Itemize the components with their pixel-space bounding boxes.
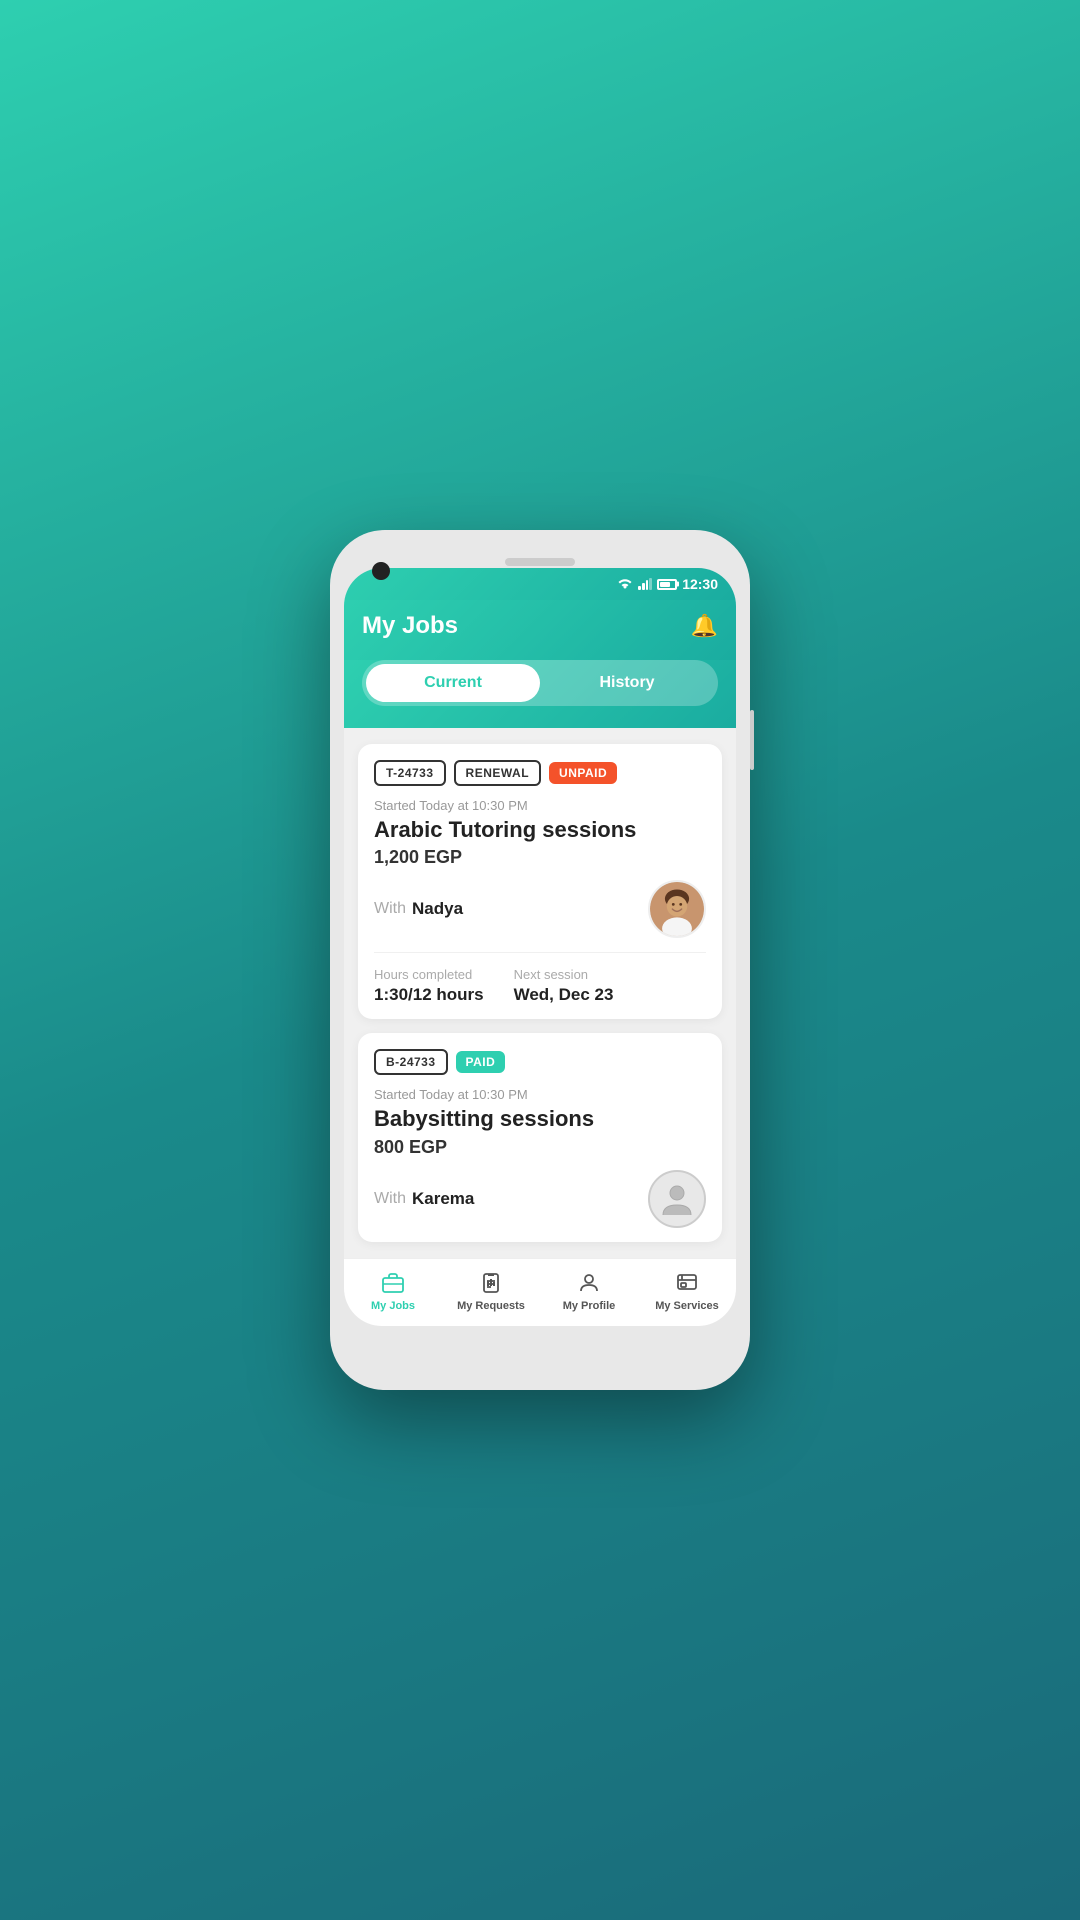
tabs-container: Current History bbox=[344, 660, 736, 728]
card-price-1: 1,200 EGP bbox=[374, 847, 706, 868]
card-with-row-1: With Nadya bbox=[374, 880, 706, 938]
app-header: My Jobs 🔔 bbox=[344, 600, 736, 660]
badge-id-1: T-24733 bbox=[374, 760, 446, 786]
card-badges-1: T-24733 RENEWAL UNPAID bbox=[374, 760, 706, 786]
card-stats-1: Hours completed 1:30/12 hours Next sessi… bbox=[358, 953, 722, 1019]
app-title: My Jobs bbox=[362, 612, 458, 640]
status-bar: 12:30 bbox=[344, 568, 736, 600]
nav-my-profile[interactable]: My Profile bbox=[540, 1271, 638, 1312]
card-badges-2: B-24733 PAID bbox=[374, 1049, 706, 1075]
stat-session-1: Next session Wed, Dec 23 bbox=[514, 967, 614, 1005]
avatar-svg-1 bbox=[650, 880, 704, 938]
card-with-row-2: With Karema bbox=[374, 1170, 706, 1228]
avatar-placeholder-svg bbox=[659, 1181, 695, 1217]
bottom-nav: My Jobs My Requests bbox=[344, 1258, 736, 1326]
stat-hours-1: Hours completed 1:30/12 hours bbox=[374, 967, 484, 1005]
card-started-1: Started Today at 10:30 PM bbox=[374, 798, 706, 813]
stat-session-value-1: Wed, Dec 23 bbox=[514, 985, 614, 1005]
card-with-label-2: With bbox=[374, 1190, 406, 1208]
card-price-2: 800 EGP bbox=[374, 1137, 706, 1158]
wifi-icon bbox=[617, 578, 633, 590]
card-provider-name-2: Karema bbox=[412, 1189, 474, 1209]
briefcase-icon bbox=[381, 1271, 405, 1295]
tabs: Current History bbox=[362, 660, 718, 706]
card-main-2: B-24733 PAID Started Today at 10:30 PM B… bbox=[358, 1033, 722, 1241]
phone-screen: 12:30 My Jobs 🔔 Current History bbox=[344, 568, 736, 1326]
with-row-left-2: With Karema bbox=[374, 1189, 474, 1209]
signal-icon bbox=[638, 578, 652, 590]
job-card-1[interactable]: T-24733 RENEWAL UNPAID Started Today at … bbox=[358, 744, 722, 1019]
card-started-2: Started Today at 10:30 PM bbox=[374, 1087, 706, 1102]
phone-volume-button bbox=[750, 710, 754, 770]
nav-my-jobs-label: My Jobs bbox=[371, 1300, 415, 1312]
notification-bell[interactable]: 🔔 bbox=[691, 613, 718, 639]
tab-history[interactable]: History bbox=[540, 664, 714, 702]
status-icons: 12:30 bbox=[617, 576, 718, 592]
stat-hours-label-1: Hours completed bbox=[374, 967, 484, 982]
badge-id-2: B-24733 bbox=[374, 1049, 448, 1075]
card-provider-name-1: Nadya bbox=[412, 899, 463, 919]
tab-current[interactable]: Current bbox=[366, 664, 540, 702]
phone-camera bbox=[372, 562, 390, 580]
phone-frame: 12:30 My Jobs 🔔 Current History bbox=[330, 530, 750, 1390]
nav-my-services[interactable]: My Services bbox=[638, 1271, 736, 1312]
badge-status-1: UNPAID bbox=[549, 762, 617, 784]
with-row-left-1: With Nadya bbox=[374, 899, 463, 919]
nav-my-requests-label: My Requests bbox=[457, 1300, 525, 1312]
card-main-1: T-24733 RENEWAL UNPAID Started Today at … bbox=[358, 744, 722, 952]
provider-avatar-2 bbox=[648, 1170, 706, 1228]
card-title-2: Babysitting sessions bbox=[374, 1106, 706, 1132]
job-card-2[interactable]: B-24733 PAID Started Today at 10:30 PM B… bbox=[358, 1033, 722, 1241]
provider-avatar-1 bbox=[648, 880, 706, 938]
person-icon bbox=[577, 1271, 601, 1295]
stat-session-label-1: Next session bbox=[514, 967, 614, 982]
badge-renewal-1: RENEWAL bbox=[454, 760, 542, 786]
nav-my-requests[interactable]: My Requests bbox=[442, 1271, 540, 1312]
card-with-label-1: With bbox=[374, 900, 406, 918]
nav-my-services-label: My Services bbox=[655, 1300, 719, 1312]
clipboard-icon bbox=[479, 1271, 503, 1295]
status-time: 12:30 bbox=[682, 576, 718, 592]
services-icon bbox=[675, 1271, 699, 1295]
badge-status-2: PAID bbox=[456, 1051, 506, 1073]
battery-icon bbox=[657, 579, 677, 590]
nav-my-profile-label: My Profile bbox=[563, 1300, 616, 1312]
content-area: T-24733 RENEWAL UNPAID Started Today at … bbox=[344, 728, 736, 1258]
nav-my-jobs[interactable]: My Jobs bbox=[344, 1271, 442, 1312]
stat-hours-value-1: 1:30/12 hours bbox=[374, 985, 484, 1005]
card-title-1: Arabic Tutoring sessions bbox=[374, 817, 706, 843]
phone-speaker bbox=[505, 558, 575, 566]
